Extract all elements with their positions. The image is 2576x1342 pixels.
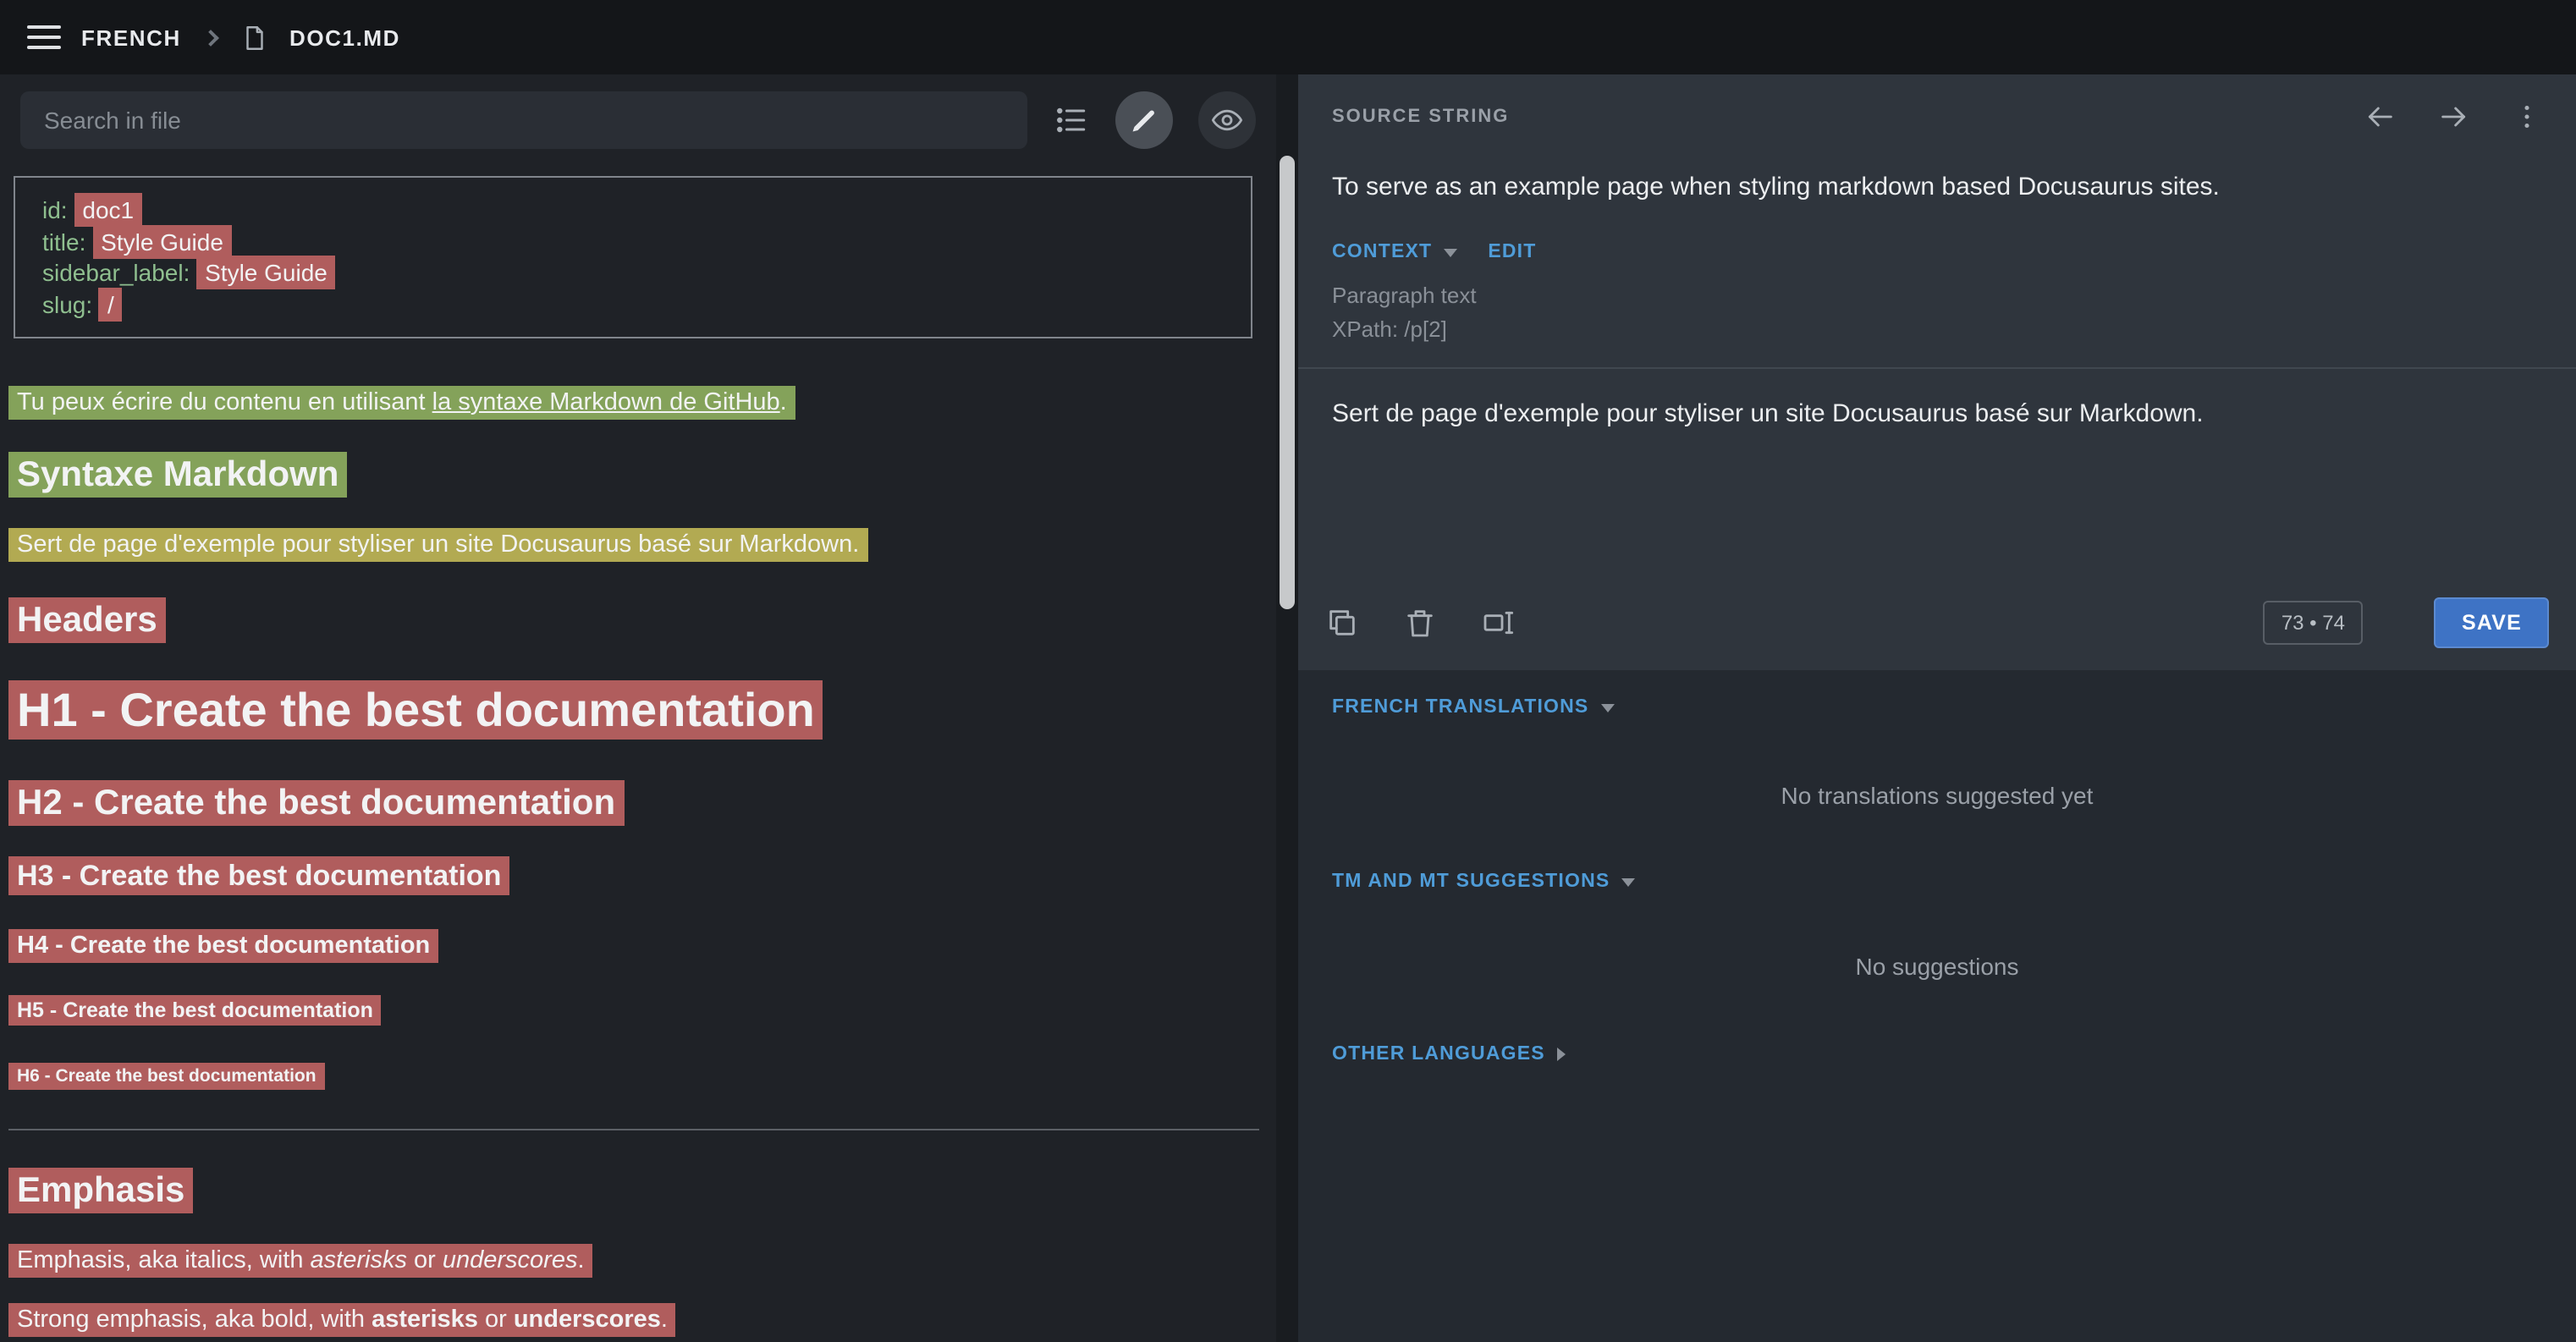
no-suggestions-text: No suggestions bbox=[1332, 953, 2542, 980]
scrollbar-track[interactable] bbox=[1276, 74, 1298, 1342]
main-split: id: doc1 title: Style Guide sidebar_labe… bbox=[0, 74, 2576, 1342]
frontmatter-key: slug: bbox=[42, 290, 92, 317]
menu-icon[interactable] bbox=[27, 25, 61, 49]
context-row: CONTEXT EDIT bbox=[1332, 242, 2542, 262]
source-string-selected[interactable]: Sert de page d'exemple pour styliser un … bbox=[8, 528, 867, 562]
edit-link[interactable]: EDIT bbox=[1488, 242, 1536, 262]
source-string[interactable]: Emphasis bbox=[8, 1168, 193, 1213]
translation-toolbar: 73 • 74 SAVE bbox=[1298, 575, 2576, 670]
heading-line: H1 - Create the best documentation bbox=[8, 682, 1259, 740]
kebab-menu-icon[interactable] bbox=[2512, 102, 2542, 132]
heading-line: H5 - Create the best documentation bbox=[8, 997, 1259, 1026]
source-string[interactable]: Style Guide bbox=[92, 224, 232, 258]
context-xpath: XPath: /p[2] bbox=[1332, 316, 2542, 342]
chevron-down-icon bbox=[1601, 703, 1615, 712]
source-string[interactable]: H4 - Create the best documentation bbox=[8, 929, 438, 963]
source-header: SOURCE STRING bbox=[1298, 74, 2576, 159]
translation-panel: SOURCE STRING To serve as an example bbox=[1298, 74, 2576, 1342]
file-icon bbox=[240, 23, 269, 52]
text-select-icon[interactable] bbox=[1481, 606, 1515, 640]
source-string[interactable]: Tu peux écrire du contenu en utilisant l… bbox=[8, 386, 795, 420]
context-type: Paragraph text bbox=[1332, 283, 2542, 308]
chevron-right-icon bbox=[1557, 1048, 1566, 1061]
source-string[interactable]: H5 - Create the best documentation bbox=[8, 995, 382, 1026]
source-section: SOURCE STRING To serve as an example bbox=[1298, 74, 2576, 670]
selected-line: Sert de page d'exemple pour styliser un … bbox=[8, 528, 1259, 562]
scrollbar-thumb[interactable] bbox=[1280, 156, 1295, 609]
preview-eye-icon[interactable] bbox=[1198, 91, 1256, 149]
source-string[interactable]: Syntaxe Markdown bbox=[8, 452, 347, 498]
heading-line: Headers bbox=[8, 597, 1259, 643]
heading-line: H2 - Create the best documentation bbox=[8, 780, 1259, 826]
paragraph-line: Tu peux écrire du contenu en utilisant l… bbox=[8, 386, 1259, 420]
heading-line: H4 - Create the best documentation bbox=[8, 931, 1259, 963]
source-string[interactable]: H2 - Create the best documentation bbox=[8, 780, 624, 826]
source-string[interactable]: H3 - Create the best documentation bbox=[8, 856, 509, 895]
source-string[interactable]: Style Guide bbox=[196, 256, 336, 289]
source-string[interactable]: Headers bbox=[8, 597, 166, 643]
horizontal-rule bbox=[8, 1129, 1259, 1130]
app-window: FRENCH DOC1.MD bbox=[0, 0, 2576, 1342]
chevron-down-icon bbox=[1621, 877, 1635, 886]
source-string[interactable]: / bbox=[99, 287, 123, 321]
heading-line: Syntaxe Markdown bbox=[8, 452, 1259, 498]
heading-line: H3 - Create the best documentation bbox=[8, 858, 1259, 895]
source-string[interactable]: doc1 bbox=[74, 193, 142, 227]
list-view-icon[interactable] bbox=[1053, 102, 1090, 139]
frontmatter-key: id: bbox=[42, 196, 68, 223]
char-counter: 73 • 74 bbox=[2263, 601, 2364, 645]
link-text: la syntaxe Markdown de GitHub bbox=[432, 389, 780, 416]
source-text: To serve as an example page when styling… bbox=[1298, 159, 2576, 205]
suggestions-section: FRENCH TRANSLATIONS No translations sugg… bbox=[1298, 670, 2576, 1342]
breadcrumb-file: DOC1.MD bbox=[289, 25, 400, 50]
file-toolbar bbox=[0, 74, 1276, 166]
tm-mt-suggestions-toggle[interactable]: TM AND MT SUGGESTIONS bbox=[1332, 872, 2542, 892]
french-translations-toggle[interactable]: FRENCH TRANSLATIONS bbox=[1332, 697, 2542, 718]
paragraph-line: Emphasis, aka italics, with asterisks or… bbox=[8, 1244, 1259, 1278]
no-translations-text: No translations suggested yet bbox=[1332, 782, 2542, 809]
source-string[interactable]: Strong emphasis, aka bold, with asterisk… bbox=[8, 1303, 676, 1337]
document-preview: id: doc1 title: Style Guide sidebar_labe… bbox=[0, 166, 1276, 1342]
frontmatter-block: id: doc1 title: Style Guide sidebar_labe… bbox=[14, 176, 1252, 338]
source-string[interactable]: H6 - Create the best documentation bbox=[8, 1063, 325, 1090]
source-string[interactable]: H1 - Create the best documentation bbox=[8, 680, 823, 740]
arrow-right-icon[interactable] bbox=[2437, 100, 2471, 134]
context-toggle[interactable]: CONTEXT bbox=[1332, 242, 1457, 262]
edit-pencil-icon[interactable] bbox=[1115, 91, 1173, 149]
save-button[interactable]: SAVE bbox=[2435, 597, 2549, 648]
source-string[interactable]: Emphasis, aka italics, with asterisks or… bbox=[8, 1244, 593, 1278]
arrow-left-icon[interactable] bbox=[2363, 100, 2397, 134]
other-languages-toggle[interactable]: OTHER LANGUAGES bbox=[1332, 1044, 2542, 1064]
topbar: FRENCH DOC1.MD bbox=[0, 0, 2576, 74]
breadcrumb-chevron-icon bbox=[202, 29, 219, 46]
chevron-down-icon bbox=[1444, 248, 1457, 256]
translation-input[interactable]: Sert de page d'exemple pour styliser un … bbox=[1298, 369, 2576, 575]
frontmatter-key: sidebar_label: bbox=[42, 259, 190, 286]
trash-icon[interactable] bbox=[1403, 606, 1437, 640]
copy-icon[interactable] bbox=[1325, 606, 1359, 640]
breadcrumb-project[interactable]: FRENCH bbox=[81, 25, 181, 50]
search-input[interactable] bbox=[20, 91, 1027, 149]
source-string-label: SOURCE STRING bbox=[1332, 107, 1509, 127]
frontmatter-key: title: bbox=[42, 228, 85, 255]
file-panel: id: doc1 title: Style Guide sidebar_labe… bbox=[0, 74, 1276, 1342]
heading-line: H6 - Create the best documentation bbox=[8, 1064, 1259, 1088]
heading-line: Emphasis bbox=[8, 1168, 1259, 1213]
paragraph-line: Strong emphasis, aka bold, with asterisk… bbox=[8, 1303, 1259, 1337]
